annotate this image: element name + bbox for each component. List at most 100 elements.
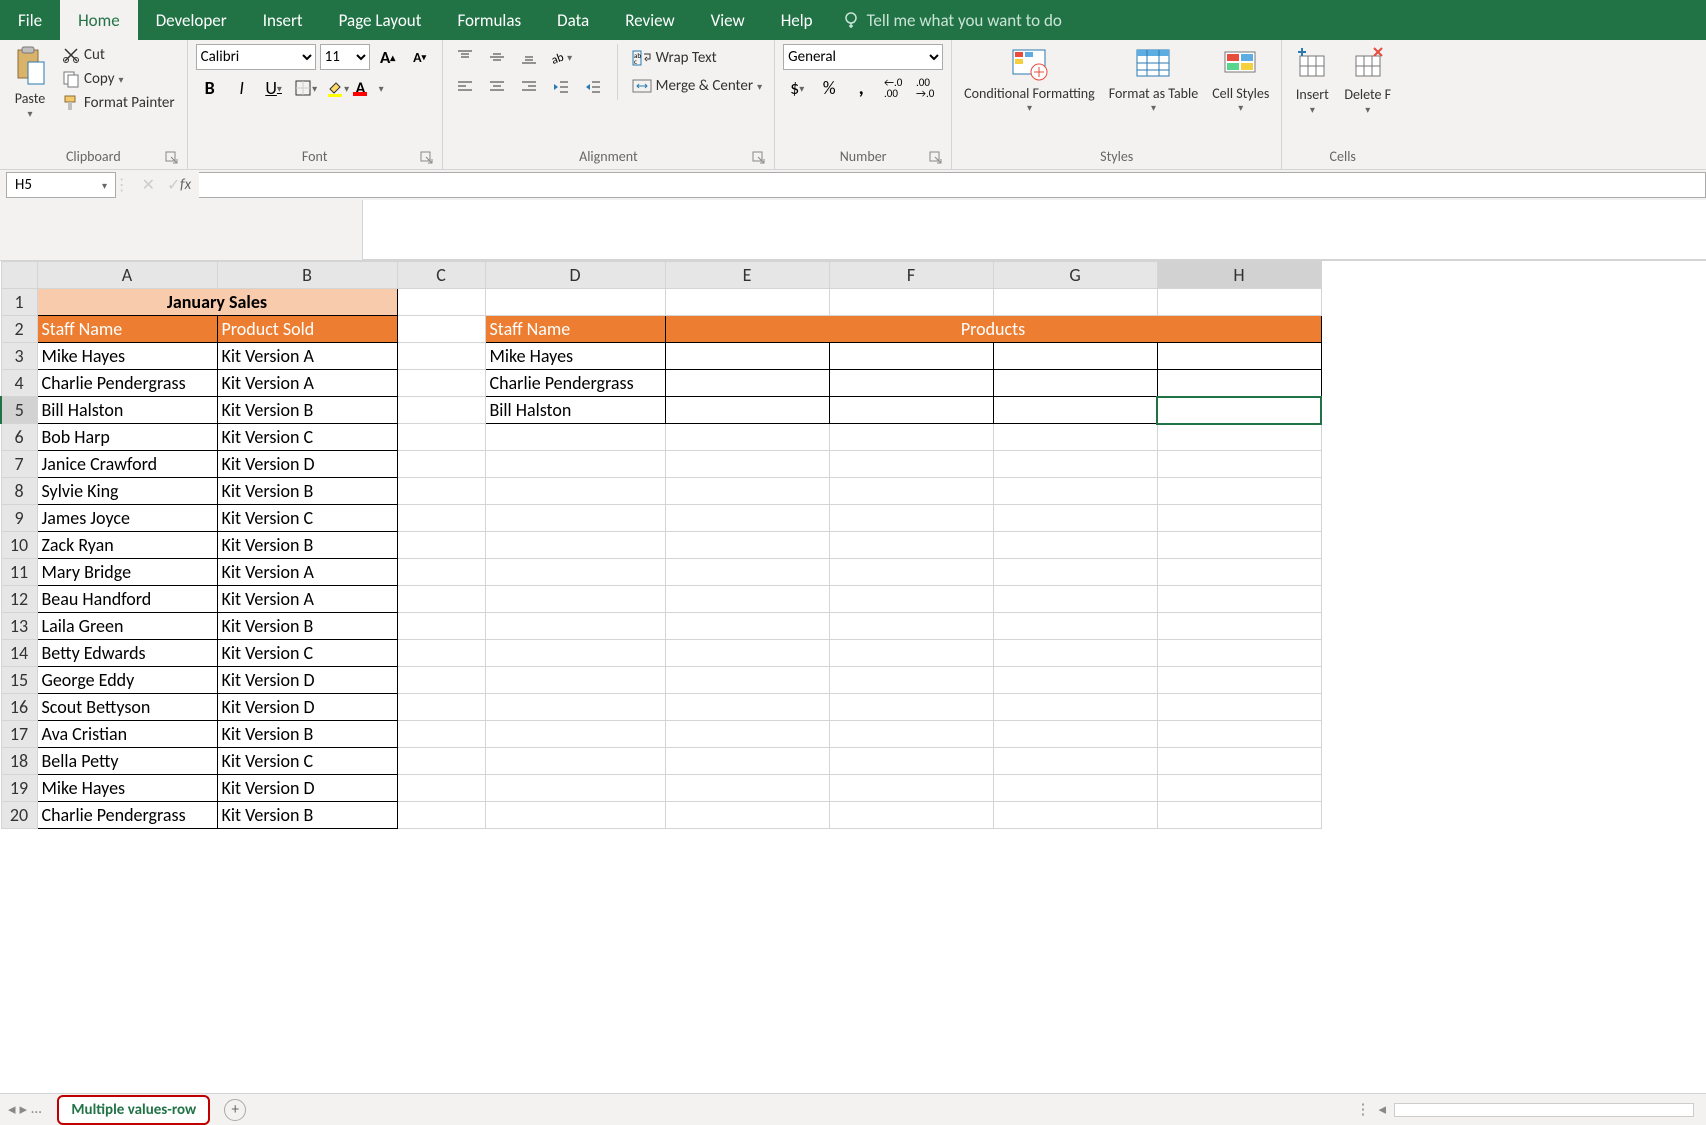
cell-D12[interactable] — [485, 586, 665, 613]
cell-E12[interactable] — [665, 586, 829, 613]
cell-B14[interactable]: Kit Version C — [217, 640, 397, 667]
tab-insert[interactable]: Insert — [245, 0, 321, 40]
paste-button[interactable]: Paste▾ — [8, 44, 52, 122]
cell-A9[interactable]: James Joyce — [37, 505, 217, 532]
cell-B8[interactable]: Kit Version B — [217, 478, 397, 505]
sheet-tab-active[interactable]: Multiple values-row — [57, 1095, 210, 1125]
cell-C6[interactable] — [397, 424, 485, 451]
cut-button[interactable]: Cut — [58, 44, 179, 66]
cell-H12[interactable] — [1157, 586, 1321, 613]
worksheet-grid[interactable]: ABCDEFGH1January Sales2Staff NameProduct… — [0, 261, 1706, 829]
merge-center-button[interactable]: Merge & Center▾ — [628, 75, 767, 97]
cell-F16[interactable] — [829, 694, 993, 721]
row-header-2[interactable]: 2 — [1, 316, 37, 343]
cell-B4[interactable]: Kit Version A — [217, 370, 397, 397]
cell-F12[interactable] — [829, 586, 993, 613]
cell-H19[interactable] — [1157, 775, 1321, 802]
cell-G10[interactable] — [993, 532, 1157, 559]
cell-A8[interactable]: Sylvie King — [37, 478, 217, 505]
cell-B5[interactable]: Kit Version B — [217, 397, 397, 424]
comma-format-icon[interactable]: , — [847, 76, 875, 100]
row-header-19[interactable]: 19 — [1, 775, 37, 802]
select-all-corner[interactable] — [1, 262, 37, 289]
cell-H4[interactable] — [1157, 370, 1321, 397]
cell-E18[interactable] — [665, 748, 829, 775]
align-right-icon[interactable] — [515, 75, 543, 99]
cell-E20[interactable] — [665, 802, 829, 829]
dialog-launcher-icon[interactable] — [165, 151, 179, 165]
sheet-nav-more-icon[interactable]: … — [31, 1100, 41, 1119]
cell-F20[interactable] — [829, 802, 993, 829]
cell-A18[interactable]: Bella Petty — [37, 748, 217, 775]
cell-E14[interactable] — [665, 640, 829, 667]
cell-F3[interactable] — [829, 343, 993, 370]
cell-D2[interactable]: Staff Name — [485, 316, 665, 343]
cell-D13[interactable] — [485, 613, 665, 640]
cell-B18[interactable]: Kit Version C — [217, 748, 397, 775]
row-header-4[interactable]: 4 — [1, 370, 37, 397]
row-header-8[interactable]: 8 — [1, 478, 37, 505]
tab-view[interactable]: View — [693, 0, 763, 40]
cancel-formula-icon[interactable]: ✕ — [142, 175, 155, 195]
wrap-text-button[interactable]: abc Wrap Text — [628, 47, 767, 69]
cell-H15[interactable] — [1157, 667, 1321, 694]
increase-font-icon[interactable]: A▴ — [374, 45, 402, 69]
cell-H18[interactable] — [1157, 748, 1321, 775]
cell-A1[interactable]: January Sales — [37, 289, 397, 316]
cell-G14[interactable] — [993, 640, 1157, 667]
row-header-15[interactable]: 15 — [1, 667, 37, 694]
cell-E8[interactable] — [665, 478, 829, 505]
cell-H1[interactable] — [1157, 289, 1321, 316]
cell-F11[interactable] — [829, 559, 993, 586]
cell-F8[interactable] — [829, 478, 993, 505]
cell-B9[interactable]: Kit Version C — [217, 505, 397, 532]
format-painter-button[interactable]: Format Painter — [58, 92, 179, 114]
cell-D9[interactable] — [485, 505, 665, 532]
align-center-icon[interactable] — [483, 75, 511, 99]
cell-H13[interactable] — [1157, 613, 1321, 640]
borders-button[interactable]: ▾ — [292, 76, 320, 100]
col-header-B[interactable]: B — [217, 262, 397, 289]
cell-E7[interactable] — [665, 451, 829, 478]
align-top-icon[interactable] — [451, 45, 479, 69]
cell-E4[interactable] — [665, 370, 829, 397]
cell-G6[interactable] — [993, 424, 1157, 451]
cell-H7[interactable] — [1157, 451, 1321, 478]
font-name-select[interactable]: Calibri — [196, 44, 316, 70]
cell-C12[interactable] — [397, 586, 485, 613]
cell-A3[interactable]: Mike Hayes — [37, 343, 217, 370]
cell-B15[interactable]: Kit Version D — [217, 667, 397, 694]
cell-E15[interactable] — [665, 667, 829, 694]
cell-H8[interactable] — [1157, 478, 1321, 505]
cell-E3[interactable] — [665, 343, 829, 370]
row-header-6[interactable]: 6 — [1, 424, 37, 451]
tab-data[interactable]: Data — [539, 0, 607, 40]
tab-home[interactable]: Home — [60, 0, 138, 40]
decrease-indent-icon[interactable] — [547, 75, 575, 99]
cell-A10[interactable]: Zack Ryan — [37, 532, 217, 559]
row-header-17[interactable]: 17 — [1, 721, 37, 748]
cell-C18[interactable] — [397, 748, 485, 775]
cell-C14[interactable] — [397, 640, 485, 667]
cell-C16[interactable] — [397, 694, 485, 721]
bold-button[interactable]: B — [196, 76, 224, 100]
cell-H14[interactable] — [1157, 640, 1321, 667]
cell-C11[interactable] — [397, 559, 485, 586]
cell-D6[interactable] — [485, 424, 665, 451]
cell-B13[interactable]: Kit Version B — [217, 613, 397, 640]
cell-G19[interactable] — [993, 775, 1157, 802]
cell-H6[interactable] — [1157, 424, 1321, 451]
cell-E9[interactable] — [665, 505, 829, 532]
dialog-launcher-icon[interactable] — [752, 151, 766, 165]
cell-A15[interactable]: George Eddy — [37, 667, 217, 694]
new-sheet-button[interactable]: + — [224, 1099, 246, 1121]
fx-icon[interactable]: fx — [180, 176, 191, 194]
cell-styles-button[interactable]: Cell Styles▾ — [1208, 44, 1273, 116]
cell-D14[interactable] — [485, 640, 665, 667]
underline-button[interactable]: U▾ — [260, 76, 288, 100]
increase-decimal-icon[interactable]: ←.0.00 — [879, 76, 907, 100]
name-box[interactable]: H5▾ — [6, 172, 116, 198]
cell-F9[interactable] — [829, 505, 993, 532]
cell-C2[interactable] — [397, 316, 485, 343]
font-color-button[interactable]: A▾ — [356, 76, 384, 100]
